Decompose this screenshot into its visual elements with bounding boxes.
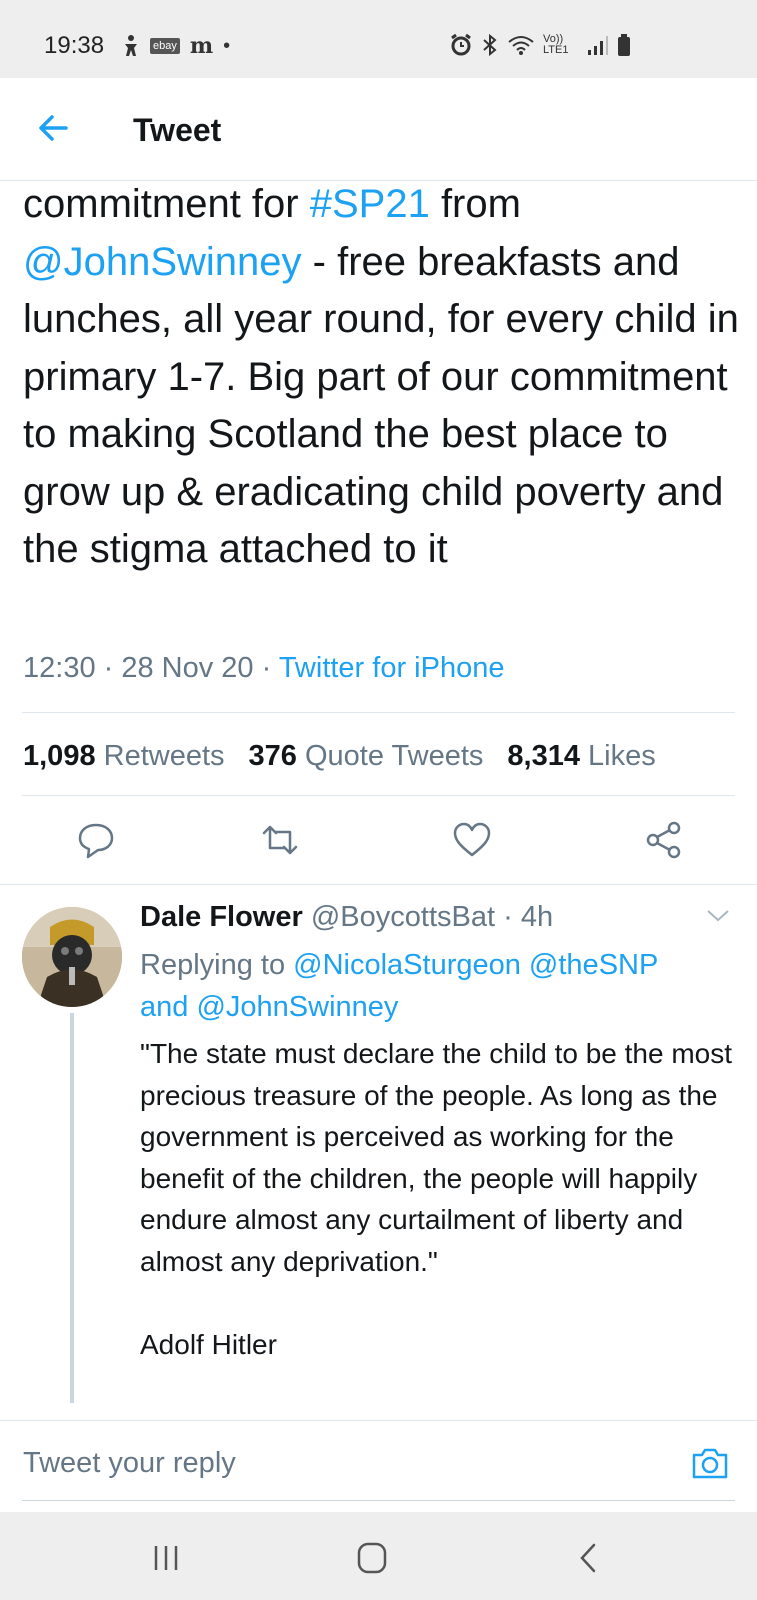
retweets-label: Retweets bbox=[103, 740, 225, 772]
retweet-icon[interactable] bbox=[260, 820, 300, 860]
quotes-label: Quote Tweets bbox=[304, 740, 484, 772]
likes-stat[interactable]: 8,314 Likes bbox=[507, 740, 655, 773]
retweets-stat[interactable]: 1,098 Retweets bbox=[23, 740, 225, 773]
tweet-source-link[interactable]: Twitter for iPhone bbox=[279, 652, 505, 684]
composer-underline bbox=[22, 1500, 735, 1501]
tweet-text: commitment for #SP21 from @JohnSwinney -… bbox=[23, 176, 743, 579]
reply-time: 4h bbox=[520, 901, 554, 933]
tweet-time: 12:30 bbox=[23, 652, 96, 684]
replying-last-mention[interactable]: @JohnSwinney bbox=[196, 991, 398, 1023]
like-icon[interactable] bbox=[452, 820, 492, 860]
likes-count: 8,314 bbox=[507, 740, 580, 772]
page-title: Tweet bbox=[133, 112, 222, 148]
quotes-count: 376 bbox=[248, 740, 297, 772]
share-icon[interactable] bbox=[644, 820, 684, 860]
tweet-meta: 12:30 · 28 Nov 20 · Twitter for iPhone bbox=[23, 652, 504, 685]
accessibility-icon bbox=[125, 35, 137, 56]
tweet-stats: 1,098 Retweets 376 Quote Tweets 8,314 Li… bbox=[23, 740, 656, 773]
system-nav-bar bbox=[0, 1512, 757, 1600]
replying-and: and bbox=[140, 991, 197, 1023]
bluetooth-icon bbox=[483, 33, 497, 57]
battery-icon bbox=[618, 34, 630, 56]
replying-to: Replying to @NicolaSturgeon @theSNP and @… bbox=[140, 944, 740, 1028]
camera-icon[interactable] bbox=[690, 1445, 730, 1481]
likes-label: Likes bbox=[588, 740, 656, 772]
reply-header: Dale Flower @BoycottsBat · 4h bbox=[140, 901, 553, 934]
tweet-text-part: commitment for bbox=[23, 182, 310, 226]
wifi-icon bbox=[508, 36, 534, 55]
signal-icon bbox=[588, 36, 608, 55]
tweet-text-part: - free breakfasts and lunches, all year … bbox=[23, 239, 739, 572]
chevron-down-icon[interactable] bbox=[705, 906, 731, 926]
separator: · bbox=[495, 901, 521, 933]
back-icon[interactable] bbox=[570, 1540, 610, 1576]
reply-icon[interactable] bbox=[76, 820, 116, 860]
separator: · bbox=[95, 652, 122, 684]
network-label: Vo)) LTE1 bbox=[543, 33, 569, 56]
separator: · bbox=[253, 652, 279, 684]
divider bbox=[22, 795, 735, 796]
avatar[interactable] bbox=[22, 907, 122, 1007]
reply-author-name[interactable]: Dale Flower bbox=[140, 901, 303, 933]
reply-author-handle[interactable]: @BoycottsBat bbox=[311, 901, 495, 933]
ebay-icon: ebay bbox=[150, 38, 180, 54]
status-bar: 19:38 ebay m • Vo)) LTE1 bbox=[0, 0, 757, 78]
replying-prefix: Replying to bbox=[140, 949, 294, 981]
retweets-count: 1,098 bbox=[23, 740, 96, 772]
thread-line bbox=[70, 1013, 74, 1403]
notification-icons: ebay m • bbox=[122, 33, 230, 59]
m-icon: m bbox=[189, 33, 214, 59]
alarm-icon bbox=[451, 33, 471, 56]
tweet-text-part: from bbox=[429, 182, 521, 226]
replying-mentions[interactable]: @NicolaSturgeon @theSNP bbox=[293, 949, 658, 981]
divider bbox=[0, 884, 757, 885]
quote-tweets-stat[interactable]: 376 Quote Tweets bbox=[249, 740, 484, 773]
reply-composer: Tweet your reply bbox=[0, 1420, 757, 1513]
arrow-left-icon[interactable] bbox=[34, 108, 74, 148]
recent-apps-icon[interactable] bbox=[146, 1540, 186, 1576]
home-icon[interactable] bbox=[352, 1540, 392, 1576]
dot-icon: • bbox=[223, 34, 231, 57]
reply-text: "The state must declare the child to be … bbox=[140, 1038, 733, 1360]
tweet-date: 28 Nov 20 bbox=[121, 652, 254, 684]
system-icons: Vo)) LTE1 bbox=[449, 33, 631, 57]
status-time: 19:38 bbox=[44, 32, 105, 59]
avatar-image bbox=[22, 907, 122, 1007]
app-bar: Tweet bbox=[0, 78, 757, 181]
mention-link[interactable]: @JohnSwinney bbox=[23, 240, 302, 284]
divider bbox=[22, 712, 735, 713]
reply-input[interactable]: Tweet your reply bbox=[23, 1447, 236, 1480]
tweet-actions bbox=[0, 820, 757, 866]
hashtag-link[interactable]: #SP21 bbox=[310, 182, 430, 226]
